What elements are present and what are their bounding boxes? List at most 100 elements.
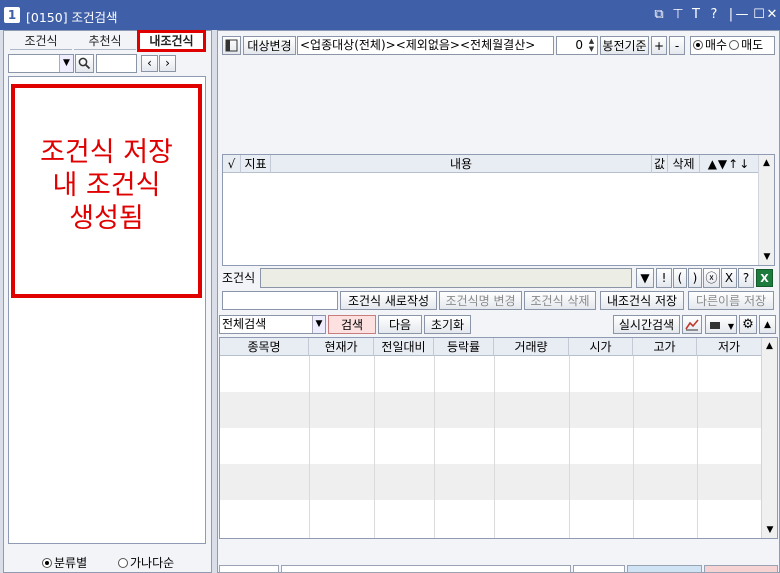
results-grid[interactable]: 종목명 현재가 전일대비 등락률 거래량 시가 고가 저가 ▲ ▼ xyxy=(219,337,778,539)
radio-off-icon xyxy=(118,558,128,568)
search-icon xyxy=(78,57,91,70)
pin-icon[interactable]: ⊤ xyxy=(669,6,687,24)
sell-label: 매도 xyxy=(741,38,764,52)
col-volume[interactable]: 거래량 xyxy=(494,338,569,356)
plus-button[interactable]: + xyxy=(651,36,667,55)
scroll-down-icon[interactable]: ▼ xyxy=(762,522,777,538)
condition-grid[interactable]: √ 지표 내용 값 삭제 ▲▼↑↓ ▲ ▼ xyxy=(222,154,775,266)
table-row[interactable] xyxy=(220,356,761,392)
radio-buy[interactable]: 매수 xyxy=(693,38,727,52)
scroll-down-icon[interactable]: ▼ xyxy=(759,249,775,265)
col-value: 값 xyxy=(652,155,668,173)
scroll-up-icon[interactable]: ▲ xyxy=(762,338,777,354)
results-scrollbar[interactable]: ▲ ▼ xyxy=(761,338,777,538)
line-chart-icon xyxy=(685,319,699,331)
column-divider xyxy=(374,356,375,538)
col-change[interactable]: 전일대비 xyxy=(374,338,434,356)
search-input[interactable] xyxy=(96,54,137,73)
help-icon[interactable]: ? xyxy=(705,6,723,24)
col-open[interactable]: 시가 xyxy=(569,338,633,356)
new-condition-button[interactable]: 조건식 새로작성 xyxy=(340,291,437,310)
table-row[interactable] xyxy=(220,392,761,428)
status-cell xyxy=(219,565,279,573)
next-page-button[interactable]: 다음 xyxy=(378,315,422,334)
radio-sell[interactable]: 매도 xyxy=(729,38,763,52)
reset-button[interactable]: 초기화 xyxy=(424,315,471,334)
status-cell xyxy=(281,565,571,573)
spin-arrows-icon[interactable]: ▲ ▼ xyxy=(586,37,597,54)
save-my-condition-button[interactable]: 내조건식 저장 xyxy=(600,291,684,310)
buy-sell-group: 매수 매도 xyxy=(690,36,775,55)
op-not-button[interactable]: ! xyxy=(656,268,672,288)
status-cell xyxy=(704,565,778,573)
col-price[interactable]: 현재가 xyxy=(309,338,374,356)
close-icon[interactable]: ✕ xyxy=(765,6,779,24)
triangle-up-icon: ▲ xyxy=(764,320,771,330)
col-low[interactable]: 저가 xyxy=(697,338,761,356)
color-select-button[interactable]: ▼ xyxy=(705,315,737,334)
condition-name-input[interactable] xyxy=(222,291,338,310)
table-row[interactable] xyxy=(220,464,761,500)
radio-alphabetical[interactable]: 가나다순 xyxy=(118,554,174,571)
op-close-paren-button[interactable]: ) xyxy=(688,268,702,288)
op-help-button[interactable]: ? xyxy=(738,268,754,288)
col-check: √ xyxy=(223,155,241,173)
minus-button[interactable]: - xyxy=(669,36,685,55)
settings-button[interactable]: ⚙ xyxy=(739,315,757,334)
formula-label: 조건식 xyxy=(222,271,256,285)
chart-button[interactable] xyxy=(682,315,702,334)
annotation-box: 조건식 저장 내 조건식 생성됨 xyxy=(11,84,202,298)
prev-button[interactable]: ‹ xyxy=(141,55,158,72)
op-open-paren-button[interactable]: ( xyxy=(673,268,687,288)
rename-condition-button[interactable]: 조건식명 변경 xyxy=(439,291,522,310)
op-xor-button[interactable]: ⓧ xyxy=(703,268,720,288)
annotation-line-3: 생성됨 xyxy=(69,203,144,234)
font-icon[interactable]: T xyxy=(687,6,705,24)
chevron-down-icon[interactable]: ▼ xyxy=(312,316,325,333)
tab-conditions[interactable]: 조건식 xyxy=(10,34,72,50)
tab-my-conditions[interactable]: 내조건식 xyxy=(137,30,206,52)
target-summary-field: <업종대상(전체)><제외없음><전체월결산> xyxy=(297,36,554,55)
panel-toggle-icon xyxy=(225,39,238,52)
scroll-up-icon[interactable]: ▲ xyxy=(759,155,774,171)
target-change-button[interactable]: 대상변경 xyxy=(243,36,296,55)
col-order[interactable]: ▲▼↑↓ xyxy=(700,155,758,173)
op-clear-button[interactable]: X xyxy=(721,268,737,288)
formula-input[interactable] xyxy=(260,268,632,288)
minimize-icon[interactable]: — xyxy=(733,6,751,24)
excel-icon[interactable]: X xyxy=(756,269,773,287)
table-row[interactable] xyxy=(220,428,761,464)
window-number-icon: 1 xyxy=(4,7,20,23)
search-run-button[interactable]: 검색 xyxy=(328,315,376,334)
expand-button[interactable] xyxy=(222,36,241,55)
collapse-button[interactable]: ▲ xyxy=(759,315,776,334)
link-icon[interactable]: ⧉ xyxy=(650,6,668,24)
radio-by-category[interactable]: 분류별 xyxy=(42,554,87,571)
title-bar: 1 [0150] 조건검색 ⧉ ⊤ T ? | — ☐ ✕ xyxy=(0,0,780,30)
column-divider xyxy=(569,356,570,538)
column-divider xyxy=(697,356,698,538)
annotation-line-1: 조건식 저장 xyxy=(40,137,173,168)
realtime-search-button[interactable]: 실시간검색 xyxy=(613,315,680,334)
col-stock-name[interactable]: 종목명 xyxy=(220,338,309,356)
next-button[interactable]: › xyxy=(159,55,176,72)
tab-recommended[interactable]: 추천식 xyxy=(74,34,136,50)
save-as-button[interactable]: 다른이름 저장 xyxy=(688,291,774,310)
search-button[interactable] xyxy=(75,54,94,73)
col-high[interactable]: 고가 xyxy=(633,338,697,356)
category-select[interactable]: ▼ xyxy=(8,54,74,73)
delete-condition-button[interactable]: 조건식 삭제 xyxy=(524,291,596,310)
condition-scrollbar[interactable]: ▲ ▼ xyxy=(758,155,774,265)
search-mode-select[interactable]: 전체검색 xyxy=(219,315,326,334)
col-change-rate[interactable]: 등락률 xyxy=(434,338,494,356)
radio-label: 분류별 xyxy=(54,556,88,570)
op-dropdown-button[interactable]: ▼ xyxy=(636,268,654,288)
column-divider xyxy=(309,356,310,538)
col-delete: 삭제 xyxy=(668,155,700,173)
bong-basis-button[interactable]: 봉전기준 xyxy=(600,36,649,55)
chevron-down-icon[interactable]: ▼ xyxy=(59,55,73,72)
radio-on-icon xyxy=(42,558,52,568)
status-cell xyxy=(627,565,702,573)
col-content: 내용 xyxy=(271,155,652,173)
table-row[interactable] xyxy=(220,500,761,538)
